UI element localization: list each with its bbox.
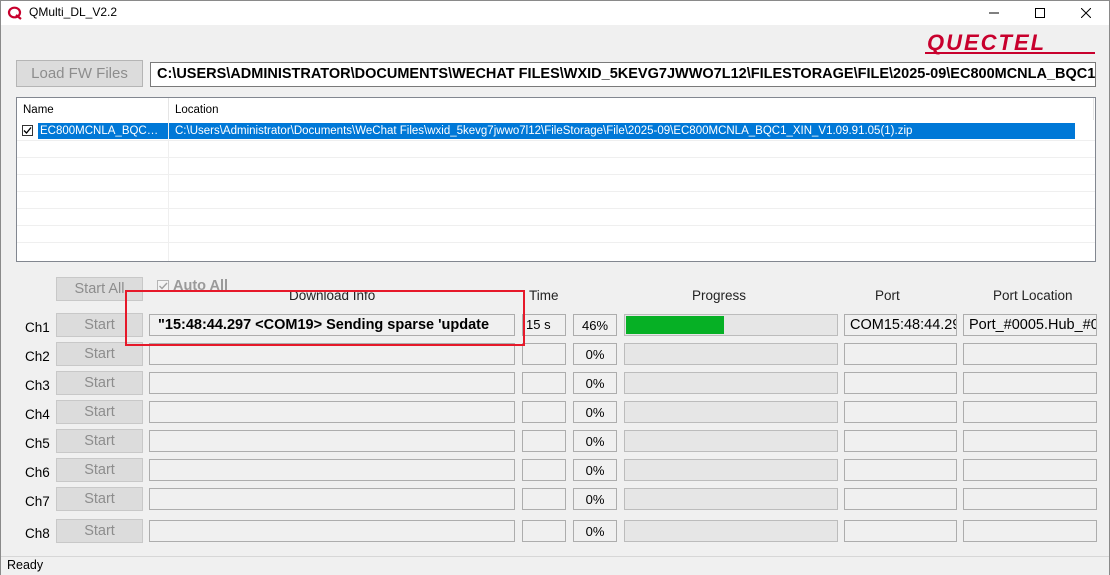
maximize-icon <box>1035 8 1045 18</box>
progress-fill <box>626 316 724 334</box>
file-location-cell[interactable]: C:\Users\Administrator\Documents\WeChat … <box>169 123 1075 139</box>
minimize-button[interactable] <box>971 1 1017 25</box>
start-button-ch4[interactable]: Start <box>56 400 143 424</box>
file-name-cell[interactable]: EC800MCNLA_BQC… <box>38 123 168 139</box>
download-info-field <box>149 401 515 423</box>
port-header: Port <box>875 288 900 303</box>
close-button[interactable] <box>1063 1 1109 25</box>
progress-bar <box>624 459 838 481</box>
download-info-field <box>149 488 515 510</box>
download-info-field <box>149 520 515 542</box>
port-location-field <box>963 430 1097 452</box>
channel-label: Ch6 <box>25 465 50 480</box>
row-gridline <box>17 208 1095 209</box>
port-field <box>844 520 957 542</box>
port-location-field: Port_#0005.Hub_#0001 <box>963 314 1097 336</box>
port-location-field <box>963 520 1097 542</box>
port-field: COM15:48:44.297 <box>844 314 957 336</box>
percent-field: 0% <box>573 430 617 452</box>
time-field <box>522 401 566 423</box>
column-header-location[interactable]: Location <box>169 98 1094 120</box>
time-field <box>522 372 566 394</box>
percent-field: 0% <box>573 459 617 481</box>
load-fw-files-button[interactable]: Load FW Files <box>16 60 143 87</box>
percent-field: 0% <box>573 372 617 394</box>
percent-field: 46% <box>573 314 617 336</box>
percent-field: 0% <box>573 343 617 365</box>
time-field <box>522 343 566 365</box>
download-info-field <box>149 372 515 394</box>
download-info-field <box>149 430 515 452</box>
port-field <box>844 430 957 452</box>
progress-bar <box>624 430 838 452</box>
firmware-path-field[interactable]: C:\USERS\ADMINISTRATOR\DOCUMENTS\WECHAT … <box>150 62 1096 87</box>
file-checkbox[interactable] <box>22 125 33 136</box>
time-field <box>522 520 566 542</box>
app-window: QMulti_DL_V2.2 QUECTEL Load FW Files C:\… <box>0 0 1110 575</box>
row-gridline <box>17 174 1095 175</box>
percent-field: 0% <box>573 520 617 542</box>
start-button-ch3[interactable]: Start <box>56 371 143 395</box>
table-row[interactable]: EC800MCNLA_BQC… C:\Users\Administrator\D… <box>17 123 1075 139</box>
progress-bar <box>624 488 838 510</box>
download-info-field <box>149 459 515 481</box>
window-title: QMulti_DL_V2.2 <box>29 5 118 19</box>
time-header: Time <box>529 288 559 303</box>
time-field: 15 s <box>522 314 566 336</box>
download-info-field <box>149 343 515 365</box>
port-field <box>844 372 957 394</box>
channel-label: Ch8 <box>25 526 50 541</box>
status-bar: Ready <box>1 556 1109 575</box>
port-location-field <box>963 401 1097 423</box>
maximize-button[interactable] <box>1017 1 1063 25</box>
firmware-file-list[interactable]: Name Location EC800MCNLA_BQC… C:\Users\A… <box>16 97 1096 262</box>
row-gridline <box>17 140 1095 141</box>
port-location-field <box>963 488 1097 510</box>
progress-bar <box>624 520 838 542</box>
port-field <box>844 488 957 510</box>
port-field <box>844 343 957 365</box>
progress-bar <box>624 372 838 394</box>
channel-label: Ch1 <box>25 320 50 335</box>
time-field <box>522 488 566 510</box>
port-location-field <box>963 459 1097 481</box>
port-location-field <box>963 343 1097 365</box>
row-gridline <box>17 191 1095 192</box>
port-location-header: Port Location <box>993 288 1073 303</box>
progress-header: Progress <box>692 288 747 303</box>
row-gridline <box>17 157 1095 158</box>
column-header-name[interactable]: Name <box>17 98 169 120</box>
row-gridline <box>17 242 1095 243</box>
port-location-field <box>963 372 1097 394</box>
time-field <box>522 459 566 481</box>
start-button-ch6[interactable]: Start <box>56 458 143 482</box>
brand-text: QUECTEL <box>927 30 1046 55</box>
channel-label: Ch7 <box>25 494 50 509</box>
channel-label: Ch3 <box>25 378 50 393</box>
quectel-q-icon <box>7 6 22 20</box>
status-text: Ready <box>7 558 44 572</box>
annotation-highlight-box <box>125 290 525 346</box>
progress-bar <box>624 343 838 365</box>
title-bar[interactable]: QMulti_DL_V2.2 <box>1 1 1109 25</box>
channel-label: Ch4 <box>25 407 50 422</box>
percent-field: 0% <box>573 401 617 423</box>
port-field <box>844 401 957 423</box>
progress-bar <box>624 314 838 336</box>
quectel-logo: QUECTEL <box>925 30 1095 55</box>
close-icon <box>1081 8 1091 18</box>
time-field <box>522 430 566 452</box>
channel-label: Ch2 <box>25 349 50 364</box>
start-button-ch5[interactable]: Start <box>56 429 143 453</box>
minimize-icon <box>989 12 999 14</box>
percent-field: 0% <box>573 488 617 510</box>
start-button-ch7[interactable]: Start <box>56 487 143 511</box>
progress-bar <box>624 401 838 423</box>
row-gridline <box>17 225 1095 226</box>
channel-label: Ch5 <box>25 436 50 451</box>
start-button-ch8[interactable]: Start <box>56 519 143 543</box>
port-field <box>844 459 957 481</box>
checkmark-icon <box>23 127 32 134</box>
